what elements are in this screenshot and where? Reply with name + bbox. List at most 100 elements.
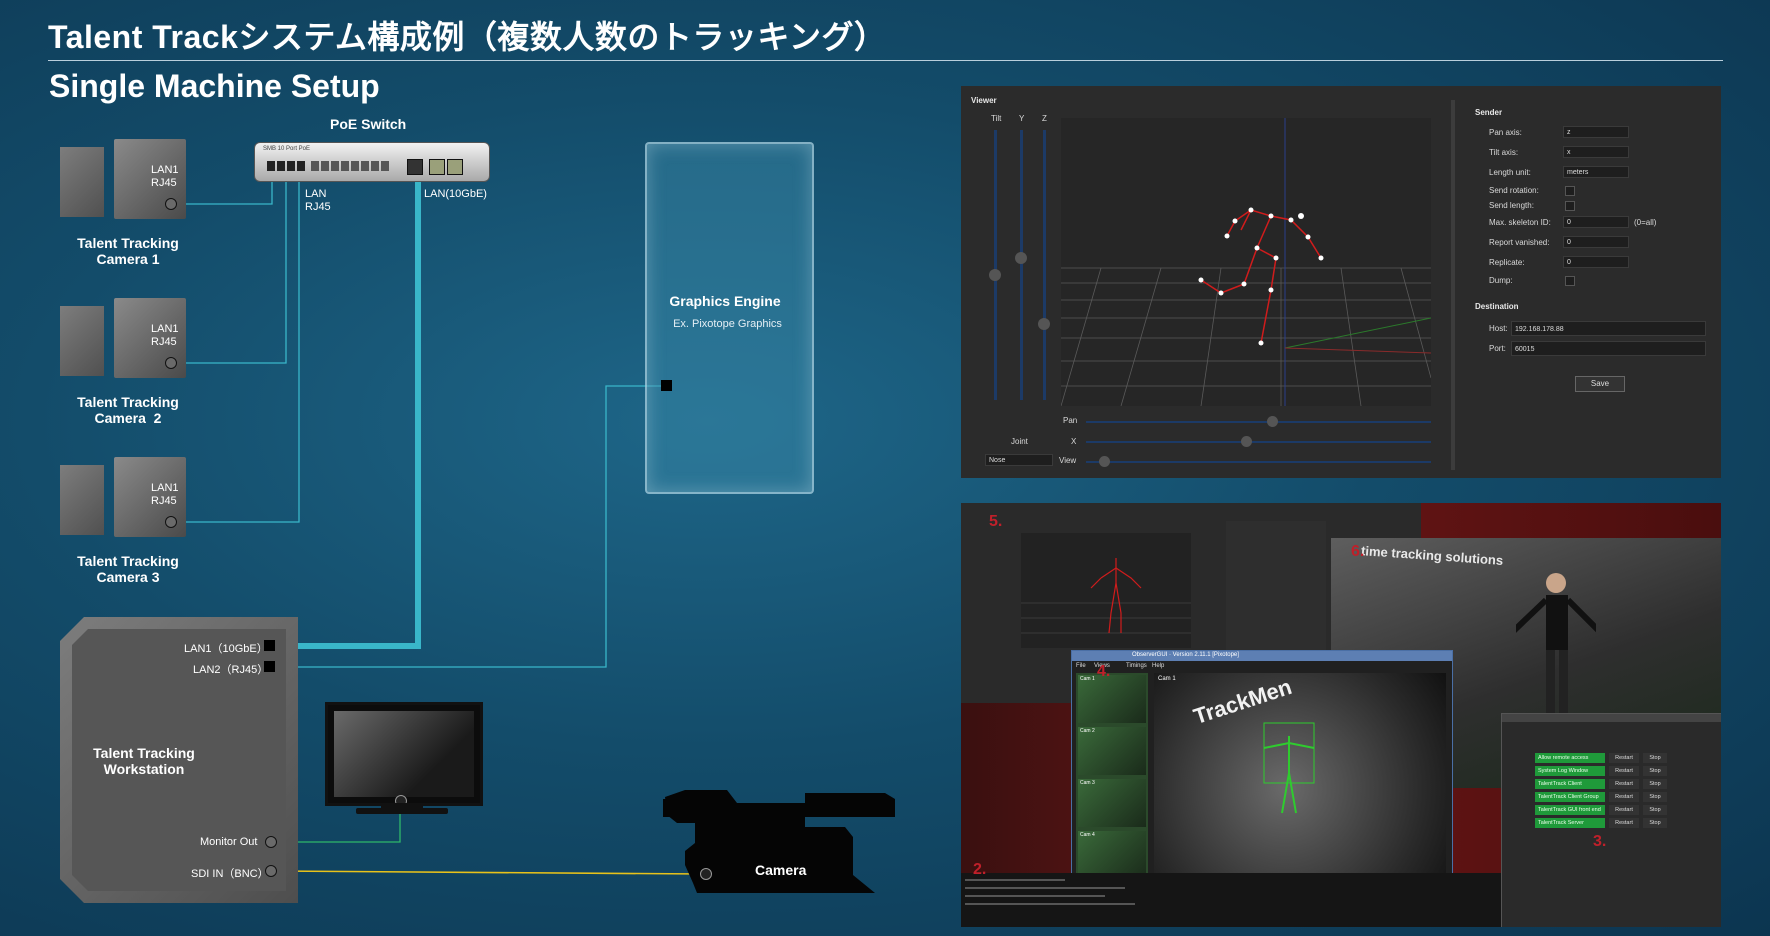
y-axis-label: Y	[1019, 114, 1025, 123]
switch-uplink-port	[447, 159, 463, 175]
thumbnail[interactable]: Cam 2	[1078, 727, 1146, 775]
thumbnail-label: Cam 3	[1080, 780, 1095, 786]
observer-menu-timings[interactable]: Timings	[1126, 663, 1147, 669]
service-stop-button[interactable]: Stop	[1643, 805, 1667, 815]
service-stop-button[interactable]: Stop	[1643, 779, 1667, 789]
log-line	[965, 879, 1065, 881]
tilt-slider[interactable]	[994, 130, 997, 400]
view-slider[interactable]	[1086, 461, 1431, 463]
service-titlebar	[1502, 714, 1721, 722]
max-skeleton-spinbox[interactable]: 0	[1563, 216, 1629, 228]
send-rotation-checkbox[interactable]	[1565, 186, 1575, 196]
dump-checkbox[interactable]	[1565, 276, 1575, 286]
switch-10gbe-label: LAN(10GbE)	[424, 188, 487, 200]
report-vanished-spinbox[interactable]: 0	[1563, 236, 1629, 248]
service-stop-button[interactable]: Stop	[1643, 818, 1667, 828]
observer-menu-help[interactable]: Help	[1152, 663, 1164, 669]
marker-4: 4.	[1097, 663, 1111, 680]
switch-port	[277, 161, 285, 171]
ws-sdi-in-label: SDI IN（BNC）	[191, 868, 269, 880]
fisheye-cam-label: Cam 1	[1158, 676, 1176, 682]
monitor-out-port	[265, 836, 277, 848]
max-skeleton-label: Max. skeleton ID:	[1489, 218, 1551, 227]
send-length-checkbox[interactable]	[1565, 201, 1575, 211]
max-skeleton-note: (0=all)	[1634, 218, 1657, 227]
software-collage-screenshot: time tracking solutions ObserverGUI · Ve…	[961, 503, 1721, 927]
thumbnail[interactable]: Cam 1	[1078, 675, 1146, 723]
z-slider[interactable]	[1043, 130, 1046, 400]
lan10g-link	[270, 170, 421, 649]
observer-menu-file[interactable]: File	[1076, 663, 1086, 669]
thumbnail-label: Cam 4	[1080, 832, 1095, 838]
marker-3: 3.	[1593, 833, 1607, 850]
send-length-label: Send length:	[1489, 201, 1534, 210]
service-stop-button[interactable]: Stop	[1643, 753, 1667, 763]
save-button[interactable]: Save	[1575, 376, 1625, 392]
tilt-slider-handle[interactable]	[989, 269, 1001, 281]
x-label: X	[1071, 437, 1077, 446]
port-input[interactable]: 60015	[1511, 341, 1706, 356]
switch-port	[371, 161, 379, 171]
service-restart-button[interactable]: Restart	[1609, 792, 1639, 802]
poe-switch-label: PoE Switch	[330, 116, 407, 132]
graphics-engine-port	[661, 380, 672, 391]
x-slider[interactable]	[1086, 441, 1431, 443]
observer-titlebar: ObserverGUI · Version 2.11.1 [Pixotope]	[1072, 651, 1452, 661]
thumbnail[interactable]: Cam 3	[1078, 779, 1146, 827]
length-unit-select[interactable]: meters	[1563, 166, 1629, 178]
pan-slider-handle[interactable]	[1267, 416, 1278, 427]
thumbnail-label: Cam 1	[1080, 676, 1095, 682]
camera-back	[60, 465, 104, 535]
graphics-engine-subtitle: Ex. Pixotope Graphics	[673, 318, 782, 330]
camera-port-label: LAN1 RJ45	[151, 323, 179, 348]
replicate-spinbox[interactable]: 0	[1563, 256, 1629, 268]
service-stop-button[interactable]: Stop	[1643, 792, 1667, 802]
host-label: Host:	[1489, 324, 1508, 333]
service-restart-button[interactable]: Restart	[1609, 766, 1639, 776]
service-restart-button[interactable]: Restart	[1609, 805, 1639, 815]
camera-name: Talent Tracking Camera 2	[77, 394, 179, 426]
host-input[interactable]: 192.168.178.88	[1511, 321, 1706, 336]
monitor-screen	[334, 711, 474, 797]
service-restart-button[interactable]: Restart	[1609, 779, 1639, 789]
joint-select[interactable]: Nose	[985, 454, 1053, 466]
view-slider-handle[interactable]	[1099, 456, 1110, 467]
x-slider-handle[interactable]	[1241, 436, 1252, 447]
sender-title: Sender	[1475, 108, 1503, 117]
observer-title: ObserverGUI · Version 2.11.1 [Pixotope]	[1132, 652, 1239, 658]
camera-lan-port	[165, 357, 177, 369]
switch-port	[267, 161, 275, 171]
switch-port	[321, 161, 329, 171]
service-name: Allow remote access	[1535, 753, 1605, 763]
camera-lan-port	[165, 198, 177, 210]
length-unit-label: Length unit:	[1489, 168, 1531, 177]
service-restart-button[interactable]: Restart	[1609, 753, 1639, 763]
port-label: Port:	[1489, 344, 1506, 353]
switch-port	[287, 161, 295, 171]
pan-label: Pan	[1063, 416, 1078, 425]
service-row: TalentTrack Server Restart Stop	[1535, 818, 1667, 829]
skeleton-viewport[interactable]	[1061, 118, 1431, 406]
mini-skeleton	[1021, 558, 1191, 634]
tracking-config-screenshot: Viewer Tilt Y Z Pan Joint X Nose View Se…	[961, 86, 1721, 478]
y-slider[interactable]	[1020, 130, 1023, 400]
panel-splitter[interactable]	[1451, 100, 1455, 470]
service-list: Allow remote access Restart Stop System Log…	[1531, 753, 1681, 843]
viewer-title: Viewer	[971, 96, 997, 105]
z-slider-handle[interactable]	[1038, 318, 1050, 330]
pan-slider[interactable]	[1086, 421, 1431, 423]
broadcast-camera-icon	[663, 790, 895, 893]
camera-port-label: LAN1 RJ45	[151, 482, 179, 507]
joint-label: Joint	[1011, 437, 1028, 446]
tilt-axis-select[interactable]: x	[1563, 146, 1629, 158]
thumbnail[interactable]: Cam 4	[1078, 831, 1146, 879]
service-restart-button[interactable]: Restart	[1609, 818, 1639, 828]
pan-axis-select[interactable]: z	[1563, 126, 1629, 138]
switch-uplink-port	[429, 159, 445, 175]
y-slider-handle[interactable]	[1015, 252, 1027, 264]
service-stop-button[interactable]: Stop	[1643, 766, 1667, 776]
marker-5: 5.	[989, 513, 1003, 530]
replicate-label: Replicate:	[1489, 258, 1525, 267]
workstation-name: Talent Tracking Workstation	[93, 745, 195, 777]
tagline-text: time tracking solutions	[1360, 543, 1504, 568]
